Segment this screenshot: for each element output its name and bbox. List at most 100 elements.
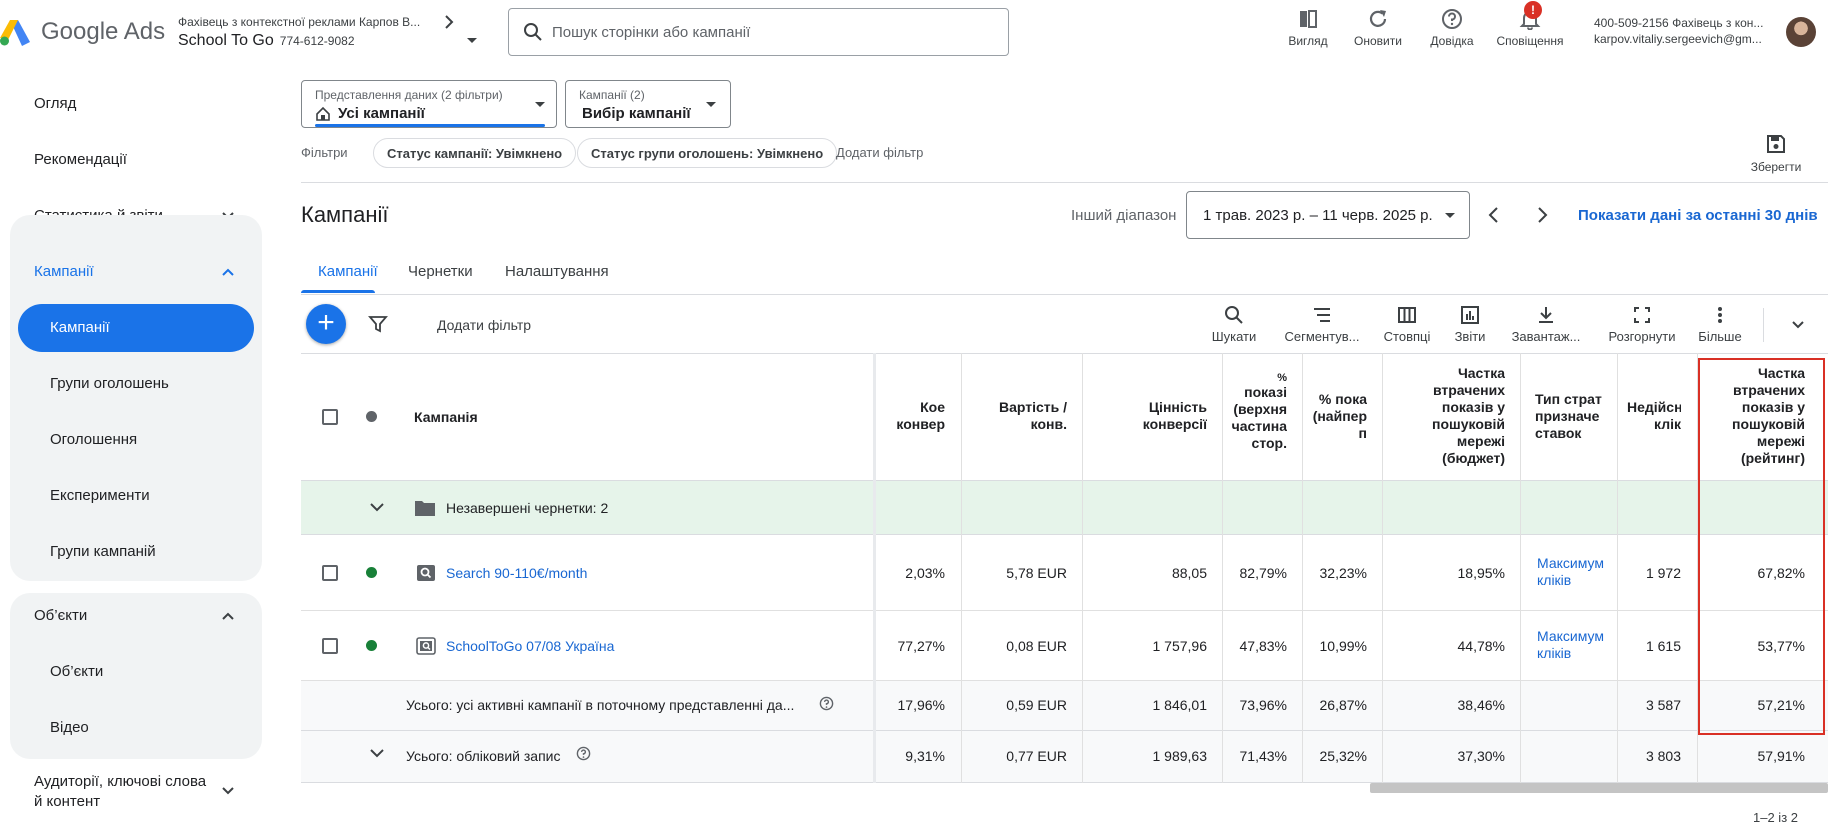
add-filter-button[interactable]: Додати фільтр: [437, 317, 531, 333]
chevron-up-icon[interactable]: [220, 264, 236, 280]
download-button[interactable]: Завантаж...: [1508, 305, 1584, 344]
row-checkbox[interactable]: [322, 565, 338, 581]
column-header-invalid-clicks[interactable]: Недійсн клік: [1627, 399, 1681, 527]
sidebar-section-objects[interactable]: Об’єкти: [34, 607, 87, 624]
sidebar-item-objects[interactable]: Об’єкти: [50, 663, 103, 680]
column-header-abs-top-impr[interactable]: % пока (найпер п: [1311, 391, 1367, 519]
help-icon[interactable]: [576, 746, 591, 761]
columns-button[interactable]: Стовпці: [1381, 305, 1433, 344]
add-filter-link[interactable]: Додати фільтр: [836, 145, 923, 160]
tab-campaigns[interactable]: Кампанії: [318, 263, 378, 280]
row-checkbox[interactable]: [322, 638, 338, 654]
help-icon[interactable]: [819, 696, 834, 711]
download-icon: [1539, 307, 1553, 323]
status-enabled-icon[interactable]: [366, 567, 377, 578]
sidebar-item-campaigns[interactable]: Кампанії: [18, 304, 254, 352]
tab-settings[interactable]: Налаштування: [505, 263, 609, 280]
campaign-selector[interactable]: Кампанії (2) Вибір кампанії: [565, 80, 731, 128]
next-period-icon[interactable]: [1532, 205, 1552, 225]
frozen-column-divider: [873, 353, 876, 783]
help-button[interactable]: Довідка: [1426, 6, 1478, 58]
chevron-up-icon[interactable]: [220, 608, 236, 624]
dropdown-caret-icon: [706, 102, 716, 107]
sidebar-section-campaigns[interactable]: Кампанії: [34, 263, 94, 280]
chevron-down-icon[interactable]: [369, 499, 385, 515]
column-header-campaign[interactable]: Кампанія: [414, 409, 614, 429]
view-button[interactable]: Вигляд: [1285, 6, 1331, 58]
last-30-days-link[interactable]: Показати дані за останні 30 днів: [1578, 207, 1818, 224]
google-ads-logo-icon[interactable]: [0, 20, 30, 46]
user-account-line1[interactable]: 400-509-2156 Фахівець з кон...: [1594, 16, 1763, 30]
cell-conv-value: 1 846,01: [1152, 697, 1208, 713]
search-input[interactable]: Пошук сторінки або кампанії: [508, 8, 1009, 56]
chevron-down-icon[interactable]: [1790, 317, 1806, 333]
campaign-name-link[interactable]: SchoolToGo 07/08 Україна: [446, 638, 614, 654]
status-header-icon[interactable]: [366, 411, 377, 422]
header-line: % пока: [1318, 391, 1367, 407]
chevron-down-icon[interactable]: [220, 783, 236, 799]
sidebar-item-ads[interactable]: Оголошення: [50, 431, 137, 448]
add-campaign-button[interactable]: +: [306, 304, 346, 344]
account-subtitle[interactable]: Фахівець з контекстної реклами Карпов В.…: [178, 15, 420, 29]
download-label: Завантаж...: [1511, 329, 1581, 344]
cell-bid-strategy-link[interactable]: Максимум кліків: [1537, 628, 1604, 662]
horizontal-scrollbar[interactable]: [1370, 783, 1828, 793]
save-icon: [1767, 135, 1785, 153]
header-line: Тип страт: [1535, 391, 1602, 407]
total-account-label: Усього: обліковий запис: [406, 748, 561, 764]
column-header-bid-strategy[interactable]: Тип страт призначе ставок: [1535, 391, 1611, 519]
select-all-checkbox[interactable]: [322, 409, 338, 425]
filter-chip-adgroup-status[interactable]: Статус групи оголошень: Увімкнено: [577, 138, 838, 168]
more-button[interactable]: Більше: [1696, 305, 1744, 344]
refresh-icon: [1369, 10, 1387, 27]
campaigns-table: Кампанія Кое конвер Вартість / конв. Цінні…: [301, 353, 1828, 783]
sidebar: Огляд Рекомендації Статистика й звіти Ка…: [0, 64, 270, 829]
sidebar-item-video[interactable]: Відео: [50, 719, 89, 736]
google-ads-logo-text: Google Ads: [41, 18, 166, 45]
chevron-down-icon[interactable]: [369, 745, 385, 761]
sidebar-item-audiences[interactable]: Аудиторії, ключові слова й контент: [34, 772, 206, 812]
search-table-button[interactable]: Шукати: [1208, 305, 1260, 344]
account-switcher[interactable]: School To Go 774-612-9082: [178, 32, 355, 50]
cell-conv-rate: 77,27%: [897, 638, 945, 654]
prev-period-icon[interactable]: [1484, 205, 1504, 225]
account-dropdown-icon[interactable]: [467, 38, 477, 43]
expand-button[interactable]: Розгорнути: [1604, 305, 1680, 344]
notifications-button[interactable]: ! Сповіщення: [1494, 1, 1566, 58]
data-view-selector[interactable]: Представлення даних (2 фільтри) Усі камп…: [301, 80, 557, 128]
cell-conv-rate: 17,96%: [897, 697, 945, 713]
refresh-button[interactable]: Оновити: [1350, 6, 1406, 58]
sidebar-item-campaign-groups[interactable]: Групи кампаній: [50, 543, 156, 560]
column-header-cost-per-conv[interactable]: Вартість / конв.: [973, 399, 1067, 527]
cell-abs-top-impr: 10,99%: [1319, 638, 1367, 654]
avatar[interactable]: [1786, 17, 1816, 47]
segment-button[interactable]: Сегментув...: [1284, 305, 1360, 344]
header-line: (верхня: [1233, 401, 1287, 417]
status-enabled-icon[interactable]: [366, 640, 377, 651]
cell-top-impr: 71,43%: [1239, 748, 1287, 764]
sidebar-item-overview[interactable]: Огляд: [34, 95, 76, 112]
cell-abs-top-impr: 26,87%: [1319, 697, 1367, 713]
sidebar-item-ad-groups[interactable]: Групи оголошень: [50, 375, 169, 392]
header-line: (найпер: [1312, 408, 1367, 424]
column-header-top-impr[interactable]: % показі (верхня частина стор.: [1231, 373, 1287, 501]
drafts-label[interactable]: Незавершені чернетки: 2: [446, 500, 608, 516]
save-button[interactable]: Зберегти: [1746, 134, 1806, 174]
user-email[interactable]: karpov.vitaliy.sergeevich@gm...: [1594, 32, 1762, 46]
campaign-selector-value: Вибір кампанії: [582, 105, 691, 122]
campaign-name-link[interactable]: Search 90-110€/month: [446, 565, 587, 581]
sidebar-item-experiments[interactable]: Експерименти: [50, 487, 150, 504]
chevron-right-icon[interactable]: [442, 14, 456, 30]
column-header-conv-value[interactable]: Цінність конверсії: [1093, 399, 1207, 527]
filter-chip-campaign-status[interactable]: Статус кампанії: Увімкнено: [373, 138, 577, 168]
tab-drafts[interactable]: Чернетки: [408, 263, 473, 280]
cell-bid-strategy-link[interactable]: Максимум кліків: [1537, 555, 1604, 589]
tabs-divider: [301, 294, 1828, 295]
sidebar-item-recommendations[interactable]: Рекомендації: [34, 151, 127, 168]
column-header-conv-rate[interactable]: Кое конвер: [885, 399, 945, 527]
column-header-lost-is-budget[interactable]: Частка втрачених показів у пошуковій мережі(…: [1391, 365, 1505, 493]
reports-button[interactable]: Звіти: [1450, 305, 1490, 344]
filter-icon[interactable]: [368, 314, 388, 334]
home-icon: [316, 106, 330, 121]
date-range-picker[interactable]: 1 трав. 2023 р. – 11 черв. 2025 р.: [1186, 191, 1470, 239]
